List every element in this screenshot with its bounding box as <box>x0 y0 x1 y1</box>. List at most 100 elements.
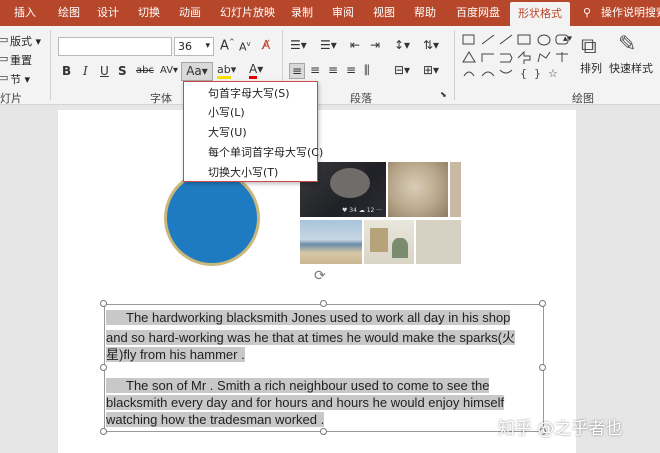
menu-item-lowercase[interactable]: 小写(L) <box>208 104 245 120</box>
italic-button[interactable]: I <box>83 64 88 78</box>
ribbon-tab-bar: 插入 绘图 设计 切换 动画 幻灯片放映 录制 审阅 视图 帮助 百度网盘 形状… <box>0 0 660 26</box>
star-small-icon: ☆ <box>548 67 558 80</box>
align-left-icon[interactable]: ≡ <box>289 63 306 79</box>
grow-font-button[interactable]: A^ <box>220 38 235 53</box>
clear-format-icon[interactable]: A̸ <box>262 38 270 52</box>
reset-button[interactable]: 重置 <box>10 52 32 68</box>
text-line: blacksmith every day and for hours and h… <box>106 395 505 410</box>
justify-icon[interactable]: ≡ <box>346 63 356 77</box>
bullets-icon[interactable]: ☰▾ <box>290 38 307 52</box>
tab-review[interactable]: 审阅 <box>332 0 354 26</box>
rectangle-shape-icon <box>517 34 531 45</box>
dialog-launcher-icon[interactable]: ⬊ <box>440 90 447 99</box>
arrange-button[interactable]: 排列 <box>580 60 602 76</box>
tab-record[interactable]: 录制 <box>291 0 313 26</box>
shrink-font-button[interactable]: Av <box>239 40 251 54</box>
photo-room <box>364 220 414 264</box>
section-label: 节 <box>10 73 21 86</box>
font-size-value: 36 <box>178 40 192 53</box>
columns-icon[interactable]: ⫼ <box>364 63 370 78</box>
resize-handle[interactable] <box>539 300 546 307</box>
tab-design[interactable]: 设计 <box>97 0 119 26</box>
font-group-label: 字体 <box>150 92 172 105</box>
resize-handle[interactable] <box>100 428 107 435</box>
star-shape-icon <box>537 51 551 63</box>
text-line: The hardworking blacksmith Jones used to… <box>106 310 511 325</box>
change-case-label: Aa <box>186 64 202 78</box>
photo-edge <box>450 162 461 217</box>
textbox-shape-icon <box>462 34 475 45</box>
section-button[interactable]: 节 ▾ <box>10 71 30 87</box>
change-case-button[interactable]: Aa▾ <box>181 62 213 81</box>
rotate-handle-icon[interactable]: ⟳ <box>314 268 326 284</box>
resize-handle[interactable] <box>320 428 327 435</box>
smartart-icon[interactable]: ⊞▾ <box>423 63 439 77</box>
underline-button[interactable]: U <box>100 64 109 78</box>
brace-left-icon: { <box>520 67 527 80</box>
shapes-gallery[interactable]: { } ☆ <box>460 32 576 82</box>
photo-beach <box>300 220 362 264</box>
layout-button[interactable]: 版式 ▾ <box>10 33 41 49</box>
menu-item-uppercase[interactable]: 大写(U) <box>208 124 247 140</box>
layout-label: 版式 <box>10 35 32 48</box>
arrange-icon[interactable]: ⧉ <box>581 34 597 59</box>
decrease-indent-icon[interactable]: ⇤ <box>350 38 360 52</box>
align-center-icon[interactable]: ≡ <box>310 63 320 77</box>
resize-handle[interactable] <box>539 364 546 371</box>
triangle-shape-icon <box>462 51 476 63</box>
section-icon: ▭ <box>0 71 9 84</box>
slides-group-label: 灯片 <box>0 92 22 105</box>
resize-handle[interactable] <box>320 300 327 307</box>
font-size-input[interactable]: 36 ▾ <box>174 37 214 56</box>
layout-icon: ▭ <box>0 33 9 46</box>
line-spacing-icon[interactable]: ↕▾ <box>394 38 410 52</box>
arc-shape-icon <box>463 71 475 77</box>
tab-animations[interactable]: 动画 <box>179 0 201 26</box>
text-line: watching how the tradesman worked . <box>106 412 325 427</box>
blue-circle-shape[interactable] <box>164 170 260 266</box>
quick-styles-icon[interactable]: ✎ <box>618 32 636 57</box>
tab-help[interactable]: 帮助 <box>414 0 436 26</box>
quick-styles-button[interactable]: 快速样式 <box>609 60 653 76</box>
tab-transitions[interactable]: 切换 <box>138 0 160 26</box>
font-color-button[interactable]: A▾ <box>249 62 263 79</box>
text-direction-icon[interactable]: ⇅▾ <box>423 38 439 52</box>
menu-item-sentence-case[interactable]: 句首字母大写(S) <box>208 85 290 101</box>
numbering-icon[interactable]: ☰▾ <box>320 38 337 52</box>
align-right-icon[interactable]: ≡ <box>328 63 338 77</box>
reset-icon: ▭ <box>0 52 9 65</box>
tab-view[interactable]: 视图 <box>373 0 395 26</box>
gallery-scroll-icon[interactable]: ▴▾ <box>563 34 572 44</box>
resize-handle[interactable] <box>100 300 107 307</box>
tab-shape-format[interactable]: 形状格式 <box>510 2 570 26</box>
cross-shape-icon <box>556 52 568 62</box>
right-arrow-shape-icon <box>517 50 531 64</box>
tab-draw[interactable]: 绘图 <box>58 0 80 26</box>
curve-shape-icon <box>481 71 495 77</box>
character-spacing-button[interactable]: AV▾ <box>160 65 178 76</box>
drawing-group-label: 绘图 <box>572 92 594 105</box>
increase-indent-icon[interactable]: ⇥ <box>370 38 380 52</box>
highlight-button[interactable]: ab▾ <box>217 63 236 79</box>
tab-slideshow[interactable]: 幻灯片放映 <box>220 0 275 26</box>
oval-shape-icon <box>537 34 551 46</box>
resize-handle[interactable] <box>100 364 107 371</box>
tell-me-search[interactable]: 操作说明搜索 <box>601 0 660 26</box>
menu-item-capitalize-each-word[interactable]: 每个单词首字母大写(C) <box>208 144 323 160</box>
tab-baidu-netdisk[interactable]: 百度网盘 <box>456 0 500 26</box>
watermark: 知乎 @之乎者也 <box>498 419 623 439</box>
font-name-input[interactable] <box>58 37 172 56</box>
align-text-icon[interactable]: ⊟▾ <box>394 63 410 77</box>
change-case-menu: 句首字母大写(S) 小写(L) 大写(U) 每个单词首字母大写(C) 切换大小写… <box>183 81 323 182</box>
text-line: 星)fly from his hammer . <box>106 347 245 362</box>
text-shadow-button[interactable]: S <box>118 64 127 78</box>
brace-right-icon: } <box>534 67 541 80</box>
bold-button[interactable]: B <box>62 64 71 78</box>
text-line: The son of Mr . Smith a rich neighbour u… <box>106 378 490 393</box>
photo-wall <box>416 220 461 264</box>
menu-item-toggle-case[interactable]: 切换大小写(T) <box>208 164 278 180</box>
tab-insert[interactable]: 插入 <box>14 0 36 26</box>
freeform-shape-icon <box>499 69 513 74</box>
strikethrough-button[interactable]: abc <box>136 65 154 76</box>
chevron-down-icon[interactable]: ▾ <box>205 38 210 55</box>
